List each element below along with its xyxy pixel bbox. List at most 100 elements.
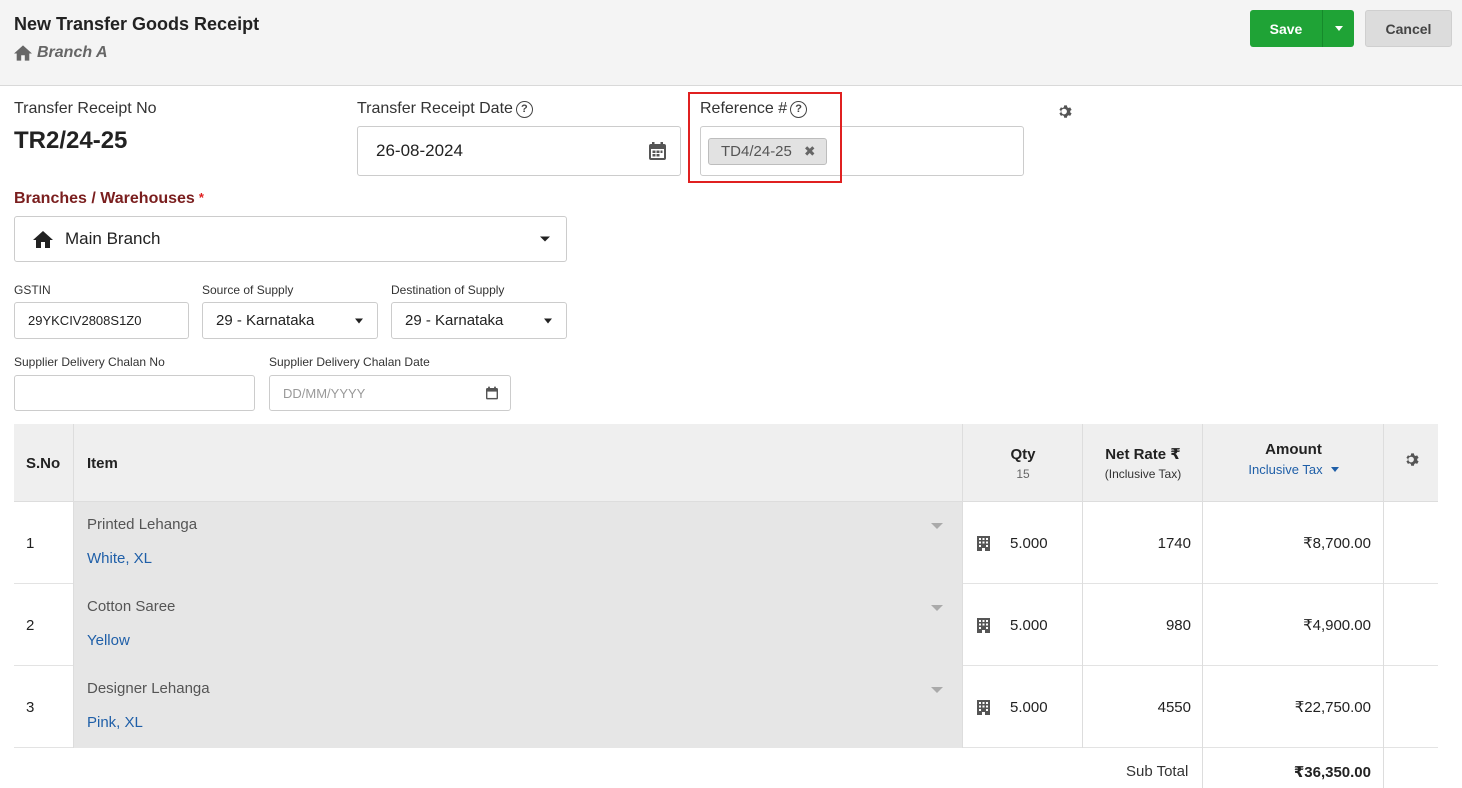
item-variant-link[interactable]: White, XL [87, 550, 152, 567]
header-item: Item [87, 454, 118, 472]
item-select[interactable]: Printed Lehanga White, XL [74, 502, 963, 584]
rate-cell[interactable]: 4550 [1083, 666, 1203, 748]
building-icon[interactable] [977, 617, 990, 633]
destination-label: Destination of Supply [391, 283, 505, 297]
item-select[interactable]: Cotton Saree Yellow [74, 584, 963, 666]
qty-cell[interactable]: 5.000 [963, 502, 1083, 584]
save-button-group: Save [1250, 10, 1354, 47]
table-header: S.No Item Qty 15 Net Rate ₹ (Inclusive T… [14, 424, 1438, 502]
item-select[interactable]: Designer Lehanga Pink, XL [74, 666, 963, 748]
column-divider [73, 424, 74, 748]
row-sno: 3 [26, 698, 35, 716]
receipt-date-label-text: Transfer Receipt Date [357, 100, 513, 117]
gear-icon[interactable] [1405, 452, 1420, 467]
gstin-value: 29YKCIV2808S1Z0 [28, 313, 142, 328]
help-icon[interactable]: ? [515, 100, 533, 118]
table-row: 2 Cotton Saree Yellow 5.000 980 ₹4,900.0… [14, 584, 1438, 666]
caret-down-icon [544, 318, 552, 323]
header-net-rate-sub: (Inclusive Tax) [1104, 467, 1182, 481]
item-name: Designer Lehanga [87, 680, 210, 697]
item-variant-link[interactable]: Pink, XL [87, 714, 143, 731]
gstin-input[interactable]: 29YKCIV2808S1Z0 [14, 302, 189, 339]
table-row: 1 Printed Lehanga White, XL 5.000 1740 ₹… [14, 502, 1438, 584]
calendar-icon[interactable] [486, 386, 498, 400]
chalan-date-placeholder: DD/MM/YYYY [283, 385, 366, 401]
caret-down-icon [931, 687, 943, 693]
building-icon[interactable] [977, 699, 990, 715]
item-variant-link[interactable]: Yellow [87, 632, 130, 649]
amount-tax-mode-dropdown[interactable]: Inclusive Tax [1248, 462, 1339, 477]
gstin-label: GSTIN [14, 283, 51, 297]
row-sno: 1 [26, 534, 35, 552]
receipt-date-label: Transfer Receipt Date ? [357, 100, 533, 118]
reference-tag: TD4/24-25 ✖ [708, 137, 827, 165]
amount-tax-mode-label: Inclusive Tax [1248, 462, 1323, 477]
qty-value: 5.000 [1010, 698, 1048, 716]
qty-value: 5.000 [1010, 534, 1048, 552]
header-sno: S.No [26, 454, 61, 472]
header-amount: Amount Inclusive Tax [1203, 420, 1384, 498]
header-net-rate-label: Net Rate ₹ [1105, 446, 1181, 463]
gear-icon[interactable] [1058, 104, 1073, 119]
amount-cell: ₹8,700.00 [1303, 535, 1371, 552]
caret-down-icon [1334, 26, 1343, 31]
branches-label-text: Branches / Warehouses [14, 190, 195, 207]
building-icon[interactable] [977, 535, 990, 551]
rate-cell[interactable]: 1740 [1083, 502, 1203, 584]
save-button[interactable]: Save [1250, 10, 1322, 47]
qty-value: 5.000 [1010, 616, 1048, 634]
receipt-no-value: TR2/24-25 [14, 127, 128, 154]
reference-tag-label: TD4/24-25 [721, 142, 792, 160]
chalan-date-input[interactable]: DD/MM/YYYY [269, 375, 511, 411]
current-branch: Branch A [14, 44, 108, 62]
receipt-date-input[interactable]: 26-08-2024 [357, 126, 681, 176]
table-row: 3 Designer Lehanga Pink, XL 5.000 4550 ₹… [14, 666, 1438, 748]
source-select[interactable]: 29 - Karnataka [202, 302, 378, 339]
qty-cell[interactable]: 5.000 [963, 584, 1083, 666]
branch-select-value: Main Branch [65, 229, 161, 248]
item-name: Cotton Saree [87, 598, 176, 615]
receipt-no-label: Transfer Receipt No [14, 100, 157, 117]
column-divider [1202, 424, 1203, 788]
header-qty-total: 15 [1016, 466, 1030, 481]
branch-select[interactable]: Main Branch [14, 216, 567, 262]
branches-label: Branches / Warehouses * [14, 190, 204, 208]
reference-label-text: Reference # [700, 100, 788, 117]
page-header: New Transfer Goods Receipt Branch A Save… [0, 0, 1462, 86]
save-options-dropdown[interactable] [1322, 10, 1354, 47]
caret-down-icon [1330, 467, 1339, 472]
qty-cell[interactable]: 5.000 [963, 666, 1083, 748]
caret-down-icon [540, 236, 550, 242]
chalan-no-label: Supplier Delivery Chalan No [14, 355, 165, 369]
item-name: Printed Lehanga [87, 516, 198, 533]
remove-tag-icon[interactable]: ✖ [804, 143, 816, 160]
calendar-icon[interactable] [649, 142, 666, 160]
reference-input[interactable]: TD4/24-25 ✖ [700, 126, 1024, 176]
rate-cell[interactable]: 980 [1083, 584, 1203, 666]
amount-cell: ₹22,750.00 [1294, 699, 1371, 716]
source-label: Source of Supply [202, 283, 294, 297]
destination-value: 29 - Karnataka [405, 312, 504, 329]
chalan-date-label: Supplier Delivery Chalan Date [269, 355, 430, 369]
row-sno: 2 [26, 616, 35, 634]
caret-down-icon [931, 523, 943, 529]
header-net-rate: Net Rate ₹ (Inclusive Tax) [1083, 424, 1203, 502]
destination-select[interactable]: 29 - Karnataka [391, 302, 567, 339]
home-icon [14, 45, 32, 61]
column-divider [1383, 424, 1384, 788]
header-qty: Qty 15 [963, 424, 1083, 502]
reference-label: Reference # ? [700, 100, 808, 118]
cancel-button[interactable]: Cancel [1365, 10, 1452, 47]
chalan-no-input[interactable] [14, 375, 255, 411]
caret-down-icon [355, 318, 363, 323]
header-amount-label: Amount [1265, 441, 1322, 458]
required-mark: * [198, 190, 204, 205]
amount-cell: ₹4,900.00 [1303, 617, 1371, 634]
receipt-date-value: 26-08-2024 [376, 141, 463, 160]
subtotal-value: ₹36,350.00 [1293, 764, 1371, 781]
header-qty-label: Qty [1010, 445, 1036, 463]
help-icon[interactable]: ? [790, 100, 808, 118]
caret-down-icon [931, 605, 943, 611]
current-branch-label: Branch A [37, 44, 108, 61]
column-divider [1082, 424, 1083, 748]
